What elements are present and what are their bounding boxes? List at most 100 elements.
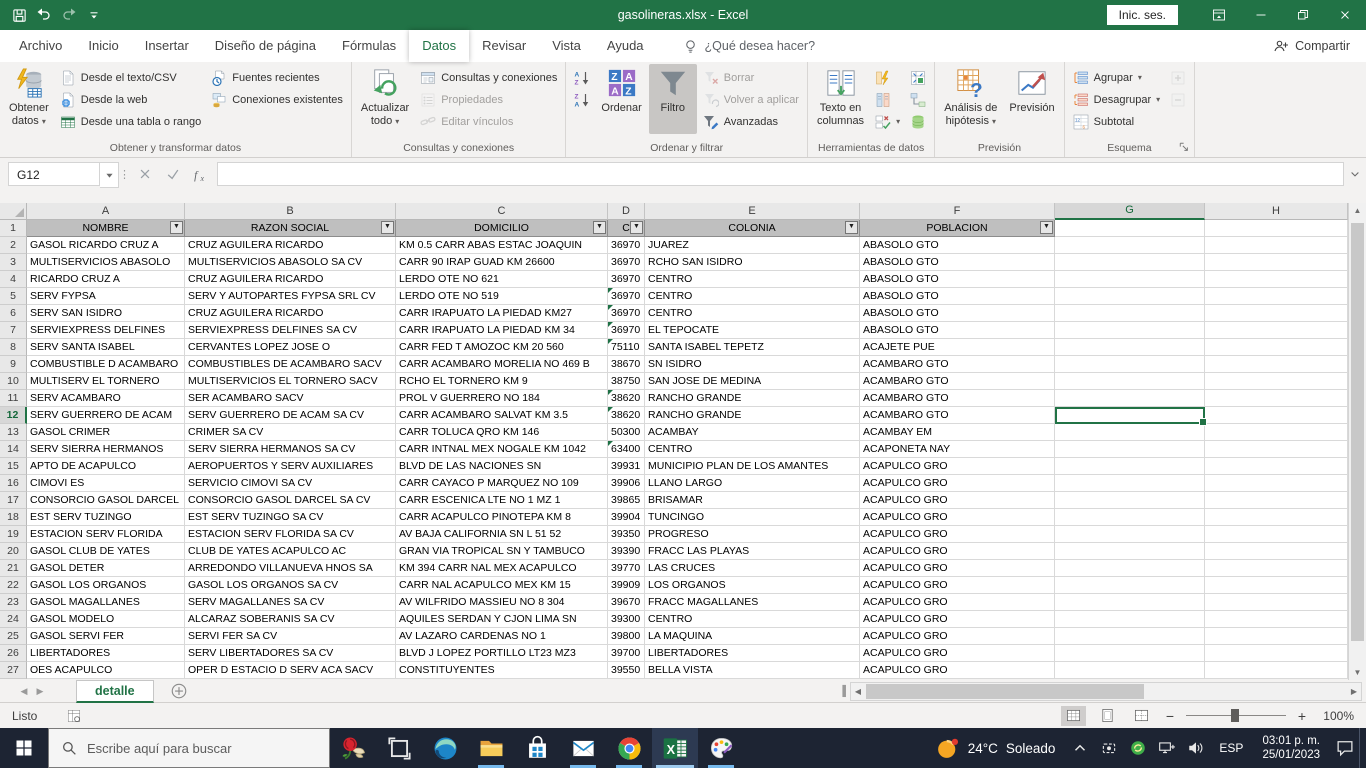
share-button[interactable]: Compartir	[1273, 38, 1350, 54]
row-header-8[interactable]: 8	[0, 339, 27, 356]
cell[interactable]: SN ISIDRO	[645, 356, 860, 373]
filter-dropdown-icon[interactable]: ▼	[593, 221, 606, 234]
filter-dropdown-icon[interactable]: ▼	[170, 221, 183, 234]
row-header-13[interactable]: 13	[0, 424, 27, 441]
cell[interactable]: LERDO OTE NO 621	[396, 271, 608, 288]
cell[interactable]: LLANO LARGO	[645, 475, 860, 492]
cell[interactable]: SERVI FER SA CV	[185, 628, 396, 645]
cell[interactable]	[1055, 594, 1205, 611]
filter-header-razon-social[interactable]: RAZON SOCIAL ▼	[185, 220, 396, 237]
cell[interactable]: ABASOLO GTO	[860, 322, 1055, 339]
cell[interactable]: LIBERTADORES	[645, 645, 860, 662]
row-header-1[interactable]: 1	[0, 220, 27, 237]
cell[interactable]: AV WILFRIDO MASSIEU NO 8 304	[396, 594, 608, 611]
cell[interactable]: CONSORCIO GASOL DARCEL SA CV	[185, 492, 396, 509]
cell[interactable]: EL TEPOCATE	[645, 322, 860, 339]
expand-formula-bar-icon[interactable]	[1344, 162, 1366, 186]
cell[interactable]: CARR TOLUCA QRO KM 146	[396, 424, 608, 441]
cell[interactable]: 39865	[608, 492, 645, 509]
cell[interactable]: GRAN VIA TROPICAL SN Y TAMBUCO	[396, 543, 608, 560]
cell[interactable]: CRUZ AGUILERA RICARDO	[185, 237, 396, 254]
macro-record-icon[interactable]	[67, 709, 81, 723]
minimize-icon[interactable]	[1240, 0, 1282, 30]
cell[interactable]	[1205, 424, 1348, 441]
cell[interactable]	[1205, 254, 1348, 271]
cell[interactable]: 36970	[608, 237, 645, 254]
cell[interactable]: KM 0.5 CARR ABAS ESTAC JOAQUIN	[396, 237, 608, 254]
zoom-slider-thumb[interactable]	[1231, 709, 1239, 722]
cell[interactable]: 39909	[608, 577, 645, 594]
cell[interactable]: CARR ESCENICA LTE NO 1 MZ 1	[396, 492, 608, 509]
select-all-corner[interactable]	[0, 203, 27, 220]
ribbon-tab-inicio[interactable]: Inicio	[75, 30, 131, 62]
cell[interactable]	[1205, 288, 1348, 305]
view-page-layout-icon[interactable]	[1095, 706, 1120, 726]
cell[interactable]: RCHO SAN ISIDRO	[645, 254, 860, 271]
cell[interactable]: OES ACAPULCO	[27, 662, 185, 679]
cell[interactable]	[1205, 305, 1348, 322]
sheet-prev-icon[interactable]: ◀	[16, 686, 32, 697]
cell[interactable]: CENTRO	[645, 611, 860, 628]
cell[interactable]	[1055, 220, 1205, 237]
row-header-24[interactable]: 24	[0, 611, 27, 628]
agrupar-button[interactable]: Agrupar ▾	[1069, 67, 1165, 88]
vertical-scrollbar[interactable]: ▲ ▼	[1348, 203, 1366, 680]
cell[interactable]: SAN JOSE DE MEDINA	[645, 373, 860, 390]
cell[interactable]: CLUB DE YATES ACAPULCO AC	[185, 543, 396, 560]
row-header-11[interactable]: 11	[0, 390, 27, 407]
cell[interactable]: ABASOLO GTO	[860, 305, 1055, 322]
row-header-18[interactable]: 18	[0, 509, 27, 526]
filtro-button[interactable]: Filtro	[648, 64, 697, 134]
cell[interactable]: 36970	[608, 322, 645, 339]
filter-dropdown-icon[interactable]: ▼	[1040, 221, 1053, 234]
row-header-3[interactable]: 3	[0, 254, 27, 271]
cell[interactable]: LOS ORGANOS	[645, 577, 860, 594]
cell[interactable]: CARR 90 IRAP GUAD KM 26600	[396, 254, 608, 271]
row-header-25[interactable]: 25	[0, 628, 27, 645]
cell[interactable]	[1055, 441, 1205, 458]
cell[interactable]: SANTA ISABEL TEPETZ	[645, 339, 860, 356]
speaker-icon[interactable]	[1181, 728, 1210, 768]
cell[interactable]: ESTACION SERV FLORIDA	[27, 526, 185, 543]
cell[interactable]: SERV FYPSA	[27, 288, 185, 305]
cell[interactable]: ACAPULCO GRO	[860, 526, 1055, 543]
row-header-27[interactable]: 27	[0, 662, 27, 679]
cell[interactable]: SERV Y AUTOPARTES FYPSA SRL CV	[185, 288, 396, 305]
row-header-9[interactable]: 9	[0, 356, 27, 373]
cell[interactable]: ACAPONETA NAY	[860, 441, 1055, 458]
cell[interactable]: GASOL MODELO	[27, 611, 185, 628]
taskbar-clock[interactable]: 03:01 p. m. 25/01/2023	[1252, 734, 1330, 762]
cell[interactable]: 38750	[608, 373, 645, 390]
cell[interactable]	[1055, 543, 1205, 560]
row-header-23[interactable]: 23	[0, 594, 27, 611]
cell[interactable]: ACAMBARO GTO	[860, 356, 1055, 373]
cell[interactable]	[1205, 509, 1348, 526]
cell[interactable]	[1055, 254, 1205, 271]
weather-widget[interactable]: 24°C Soleado	[925, 736, 1066, 761]
excel-icon[interactable]: X	[652, 728, 698, 768]
remove-duplicates-icon-button[interactable]	[871, 89, 904, 110]
cell[interactable]: 39350	[608, 526, 645, 543]
row-header-19[interactable]: 19	[0, 526, 27, 543]
tab-scroll-splitter[interactable]: ▐	[839, 686, 850, 697]
cell[interactable]	[1055, 611, 1205, 628]
cell[interactable]: 39390	[608, 543, 645, 560]
cell[interactable]: CONSORCIO GASOL DARCEL	[27, 492, 185, 509]
cell[interactable]	[1055, 305, 1205, 322]
cell[interactable]: RICARDO CRUZ A	[27, 271, 185, 288]
an-lisis-de-hip-tesis-button[interactable]: ? Análisis de hipótesis ▾	[939, 64, 1002, 134]
cell[interactable]	[1055, 237, 1205, 254]
start-icon[interactable]	[0, 728, 48, 768]
row-header-16[interactable]: 16	[0, 475, 27, 492]
cell[interactable]: 39550	[608, 662, 645, 679]
cancel-icon[interactable]	[131, 162, 159, 186]
vertical-scroll-thumb[interactable]	[1351, 223, 1364, 641]
ribbon-tab-revisar[interactable]: Revisar	[469, 30, 539, 62]
cell[interactable]	[1205, 441, 1348, 458]
cell[interactable]: CENTRO	[645, 305, 860, 322]
cell[interactable]: 36970	[608, 254, 645, 271]
cell[interactable]: 39770	[608, 560, 645, 577]
cell[interactable]: CARR IRAPUATO LA PIEDAD KM27	[396, 305, 608, 322]
cell[interactable]: ACAMBAY EM	[860, 424, 1055, 441]
cell[interactable]: SERVIEXPRESS DELFINES SA CV	[185, 322, 396, 339]
